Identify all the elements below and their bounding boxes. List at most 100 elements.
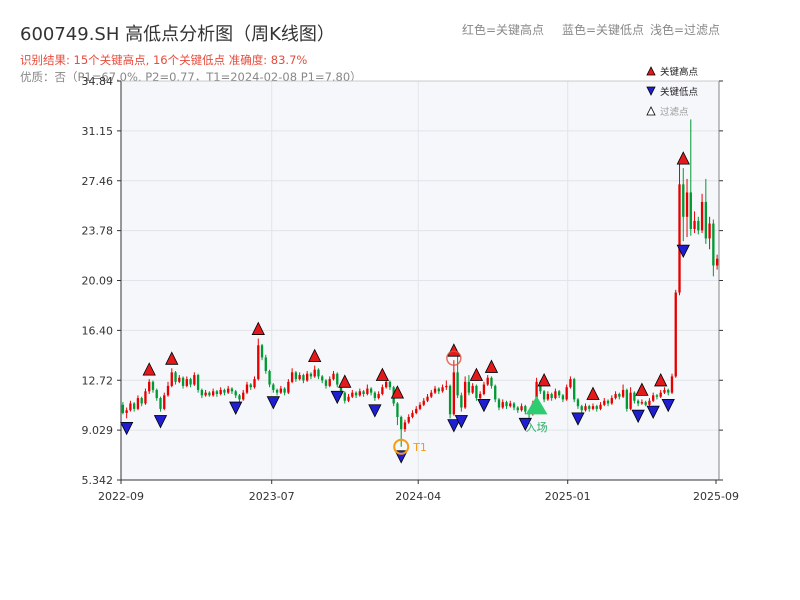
candle-body (633, 392, 636, 401)
candle-body (618, 393, 621, 397)
candle-body (433, 388, 437, 393)
candle-body (591, 406, 595, 409)
candle-body (159, 398, 162, 409)
candle-body (242, 392, 245, 400)
candle-body (700, 201, 704, 231)
candle-body (546, 393, 550, 400)
candle-body (456, 372, 459, 396)
candle-body (347, 396, 350, 401)
candle-body (512, 403, 516, 408)
candle-body (565, 387, 568, 400)
candle-body (550, 393, 553, 399)
candle-body (422, 400, 425, 405)
candle-body (708, 223, 711, 239)
candle-body (479, 393, 482, 399)
candle-body (332, 373, 335, 380)
candle-body (272, 384, 275, 390)
candle-body (238, 395, 241, 400)
candle-body (144, 391, 147, 404)
candle-body (520, 406, 523, 411)
candle-body (452, 372, 456, 415)
candle-body (178, 377, 181, 382)
candle-body (257, 345, 260, 380)
x-tick-label: 2025-09 (693, 490, 739, 503)
candle-body (542, 391, 546, 400)
candle-body (136, 398, 140, 409)
candle-body (321, 376, 324, 381)
candle-body (373, 392, 377, 399)
candle-body (362, 391, 365, 394)
y-tick-label: 9.029 (82, 424, 114, 437)
candle-body (430, 392, 433, 397)
candle-body (448, 385, 452, 415)
candle-body (181, 377, 185, 386)
y-tick-label: 16.40 (82, 324, 114, 337)
candle-body (219, 389, 222, 394)
candle-body (227, 388, 230, 393)
candle-body (155, 389, 158, 399)
candle-body (193, 375, 196, 385)
candle-body (614, 393, 617, 399)
candle-body (377, 393, 380, 399)
y-tick-label: 20.09 (82, 275, 114, 288)
candle-body (599, 404, 602, 409)
candle-body (196, 375, 200, 390)
candle-body (287, 381, 290, 393)
candle-body (693, 220, 696, 229)
t1-label: T1 (412, 441, 427, 454)
candle-body (170, 372, 173, 386)
legend-filtered-label: 过滤点 (660, 106, 689, 118)
candle-body (275, 389, 279, 393)
candle-body (163, 395, 166, 409)
x-tick-label: 2025-01 (545, 490, 591, 503)
candle-body (524, 406, 527, 412)
candle-body (603, 400, 606, 405)
candle-body (354, 392, 358, 396)
candle-body (418, 404, 422, 409)
candle-body (715, 258, 719, 266)
candle-body (663, 389, 666, 393)
candle-body (482, 384, 486, 394)
candle-body (580, 406, 583, 411)
candle-body (606, 400, 610, 404)
candle-body (129, 403, 132, 411)
candle-body (655, 395, 659, 397)
candle-body (516, 407, 519, 411)
candle-body (648, 400, 651, 405)
candle-body (294, 372, 298, 380)
candle-body (328, 379, 331, 386)
y-tick-label: 5.342 (82, 474, 114, 487)
candle-body (670, 376, 674, 393)
candle-body (463, 381, 467, 408)
candle-body (445, 385, 448, 388)
candle-body (411, 412, 414, 417)
candle-body (561, 395, 565, 400)
x-tick-label: 2024-04 (395, 490, 441, 503)
candle-body (264, 357, 267, 372)
candle-body (509, 403, 512, 407)
candle-body (151, 381, 155, 390)
candle-body (336, 373, 339, 385)
candle-body (381, 387, 384, 394)
candlestick-chart: T1 入场 5.342 9.029 12.72 16.40 20.09 23.78 27.46… (82, 66, 739, 503)
x-tick-label: 2022-09 (98, 490, 144, 503)
candle-body (140, 398, 143, 404)
candle-body (279, 388, 283, 393)
candle-body (712, 223, 715, 266)
candle-body (674, 292, 677, 377)
candle-body (486, 377, 489, 385)
x-tick-label: 2023-07 (249, 490, 295, 503)
candle-body (215, 391, 219, 394)
candle-body (595, 406, 598, 409)
candle-body (569, 379, 572, 388)
candle-body (260, 345, 264, 358)
candle-body (121, 404, 125, 413)
candle-body (490, 377, 493, 386)
candle-body (441, 387, 444, 392)
candle-body (403, 422, 407, 430)
candle-body (625, 389, 629, 409)
candle-body (298, 375, 301, 380)
legend-low-label: 关键低点 (660, 86, 699, 98)
candle-body (467, 381, 471, 393)
candle-body (223, 389, 226, 393)
